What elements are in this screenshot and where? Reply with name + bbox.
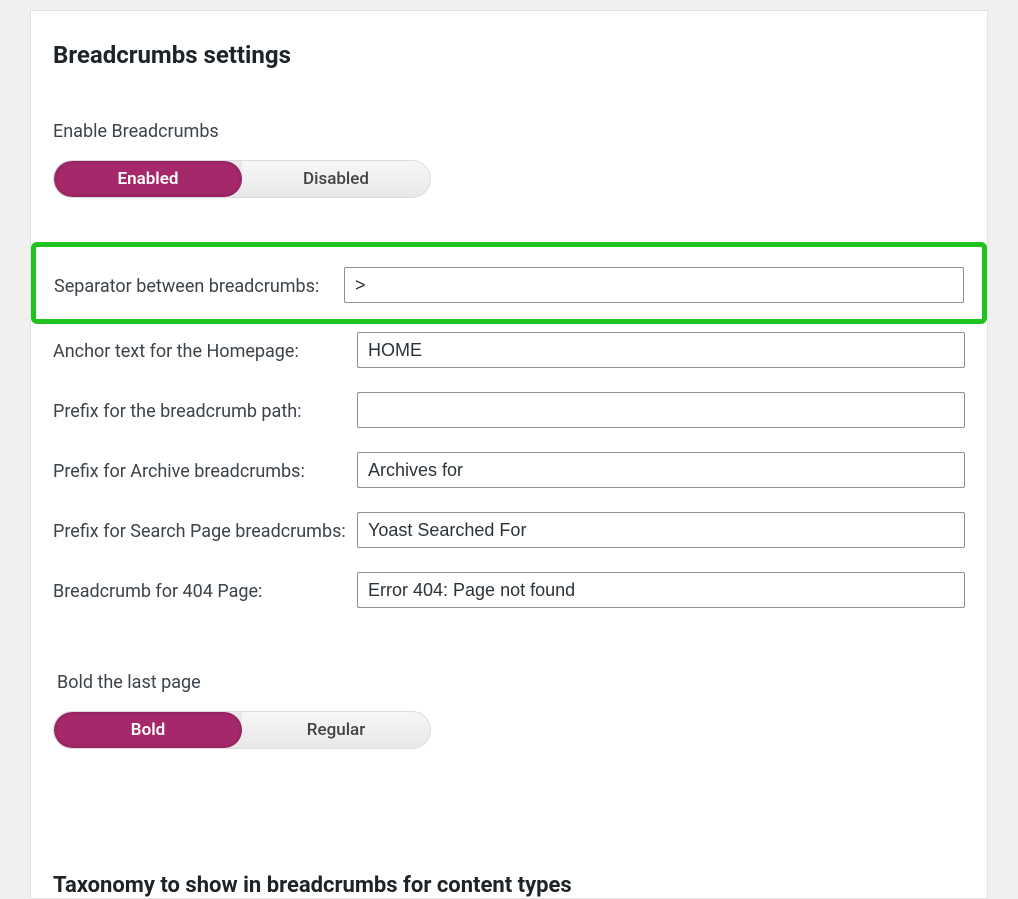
breadcrumb-404-label: Breadcrumb for 404 Page: bbox=[53, 572, 357, 607]
prefix-search-input[interactable] bbox=[357, 512, 965, 548]
separator-label: Separator between breadcrumbs: bbox=[54, 267, 344, 302]
separator-highlight-box: Separator between breadcrumbs: bbox=[31, 242, 987, 324]
bold-last-page-toggle: Bold Regular bbox=[53, 711, 431, 749]
breadcrumb-404-row: Breadcrumb for 404 Page: bbox=[53, 572, 965, 608]
enable-breadcrumbs-label: Enable Breadcrumbs bbox=[53, 121, 965, 142]
enable-breadcrumbs-toggle: Enabled Disabled bbox=[53, 160, 431, 198]
toggle-bold[interactable]: Bold bbox=[54, 712, 242, 748]
bold-last-page-label: Bold the last page bbox=[53, 672, 965, 693]
prefix-path-row: Prefix for the breadcrumb path: bbox=[53, 392, 965, 428]
anchor-home-label: Anchor text for the Homepage: bbox=[53, 332, 357, 367]
toggle-disabled[interactable]: Disabled bbox=[242, 161, 430, 197]
prefix-archive-input[interactable] bbox=[357, 452, 965, 488]
separator-row: Separator between breadcrumbs: bbox=[54, 267, 964, 303]
toggle-enabled[interactable]: Enabled bbox=[54, 161, 242, 197]
bold-last-page-section: Bold the last page Bold Regular bbox=[53, 672, 965, 793]
anchor-home-input[interactable] bbox=[357, 332, 965, 368]
enable-breadcrumbs-section: Enable Breadcrumbs Enabled Disabled bbox=[53, 121, 965, 242]
breadcrumb-404-input[interactable] bbox=[357, 572, 965, 608]
prefix-archive-label: Prefix for Archive breadcrumbs: bbox=[53, 452, 357, 487]
prefix-search-label: Prefix for Search Page breadcrumbs: bbox=[53, 512, 357, 547]
separator-input[interactable] bbox=[344, 267, 964, 303]
toggle-regular[interactable]: Regular bbox=[242, 712, 430, 748]
breadcrumbs-settings-panel: Breadcrumbs settings Enable Breadcrumbs … bbox=[30, 10, 988, 899]
taxonomy-section-title: Taxonomy to show in breadcrumbs for cont… bbox=[53, 873, 965, 898]
panel-title: Breadcrumbs settings bbox=[53, 41, 965, 69]
prefix-archive-row: Prefix for Archive breadcrumbs: bbox=[53, 452, 965, 488]
prefix-path-label: Prefix for the breadcrumb path: bbox=[53, 392, 357, 427]
prefix-search-row: Prefix for Search Page breadcrumbs: bbox=[53, 512, 965, 548]
anchor-home-row: Anchor text for the Homepage: bbox=[53, 332, 965, 368]
prefix-path-input[interactable] bbox=[357, 392, 965, 428]
breadcrumb-fields-block: Anchor text for the Homepage: Prefix for… bbox=[53, 332, 965, 672]
